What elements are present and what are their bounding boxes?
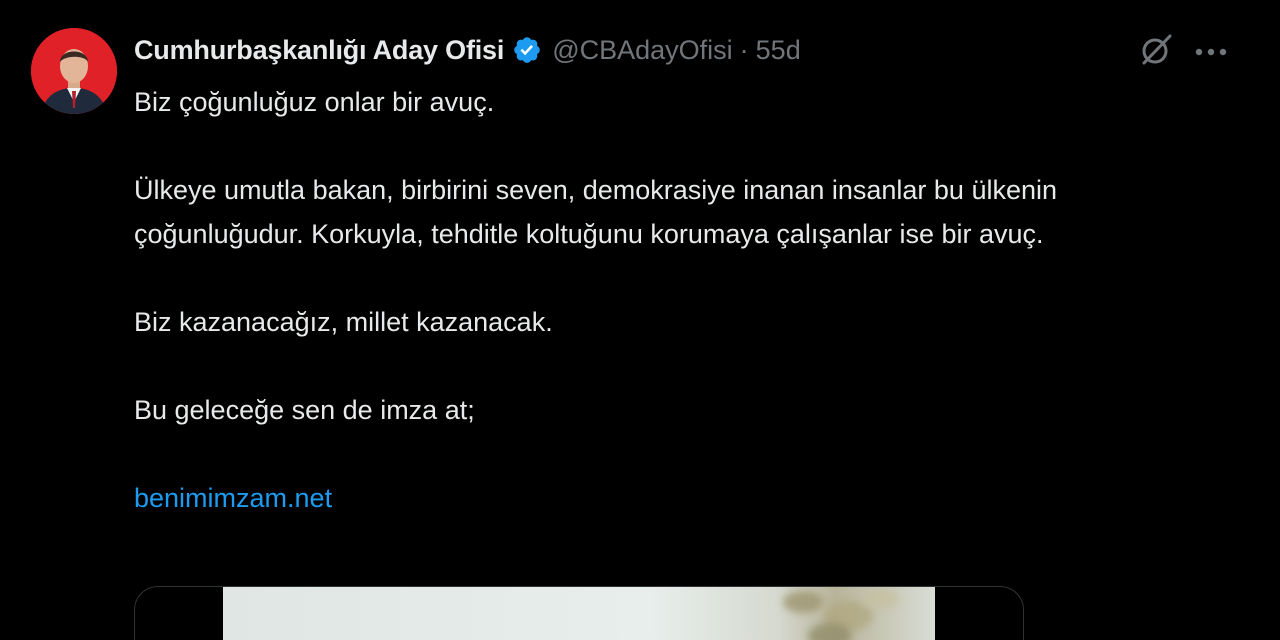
avatar[interactable] xyxy=(31,28,117,114)
tweet-paragraph: Biz çoğunluğuz onlar bir avuç. xyxy=(134,87,495,117)
tweet-link[interactable]: benimimzam.net xyxy=(134,483,332,513)
tweet-header: Cumhurbaşkanlığı Aday Ofisi @CBAdayOfisi… xyxy=(134,30,801,70)
avatar-portrait-icon xyxy=(31,28,117,114)
tweet-paragraph: Bu geleceğe sen de imza at; xyxy=(134,395,475,425)
grok-icon[interactable] xyxy=(1138,32,1174,68)
tweet: Cumhurbaşkanlığı Aday Ofisi @CBAdayOfisi… xyxy=(0,0,1280,640)
media-image[interactable] xyxy=(223,587,935,640)
display-name[interactable]: Cumhurbaşkanlığı Aday Ofisi xyxy=(134,35,504,66)
user-handle[interactable]: @CBAdayOfisi xyxy=(552,35,732,66)
tweet-paragraph: Biz kazanacağız, millet kazanacak. xyxy=(134,307,553,337)
media-card[interactable] xyxy=(134,586,1024,640)
more-horizontal-icon[interactable] xyxy=(1194,44,1228,56)
tweet-text: Biz çoğunluğuz onlar bir avuç. Ülkeye um… xyxy=(134,80,1234,520)
tweet-paragraph: Ülkeye umutla bakan, birbirini seven, de… xyxy=(134,175,1058,249)
meta-separator: · xyxy=(739,34,749,65)
tweet-timestamp[interactable]: 55d xyxy=(756,35,801,66)
verified-badge-icon xyxy=(512,35,542,65)
